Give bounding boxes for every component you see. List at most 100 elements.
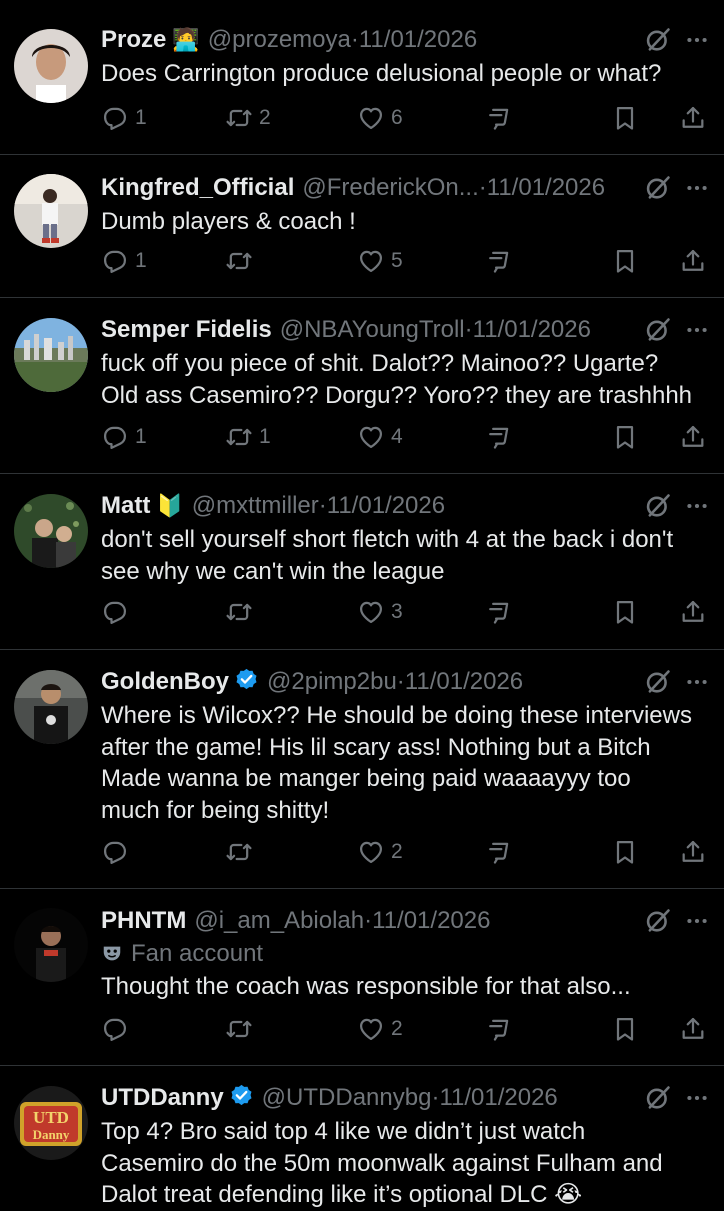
reply-icon xyxy=(101,247,129,275)
reply-button[interactable] xyxy=(101,834,135,870)
tweet-text-line: Does Carrington produce delusional peopl… xyxy=(101,60,662,87)
bookmark-button[interactable] xyxy=(611,243,639,279)
more-icon[interactable] xyxy=(684,317,710,343)
retweet-button[interactable]: 1 xyxy=(225,419,271,455)
more-icon[interactable] xyxy=(684,908,710,934)
retweet-button[interactable] xyxy=(225,834,259,870)
like-button[interactable]: 2 xyxy=(357,1011,403,1047)
tweet-text-line: after the game! His lil scary ass! Nothi… xyxy=(101,733,651,761)
like-icon xyxy=(357,104,385,132)
share-button[interactable] xyxy=(679,100,707,136)
tweet-text-line: Where is Wilcox?? He should be doing the… xyxy=(101,702,692,729)
timestamp[interactable]: 11/01/2026 xyxy=(487,174,605,201)
share-icon xyxy=(679,104,707,132)
like-button[interactable]: 6 xyxy=(357,100,403,136)
grok-button[interactable] xyxy=(485,834,513,870)
timestamp[interactable]: 11/01/2026 xyxy=(473,316,591,343)
avatar[interactable] xyxy=(14,29,88,103)
share-icon xyxy=(679,598,707,626)
tweet[interactable]: UTD Danny UTDDanny @UTDDannybg·11/01/2026 … xyxy=(0,1066,724,1208)
tweet[interactable]: GoldenBoy @2pimp2bu·11/01/2026 Where is W… xyxy=(0,650,724,889)
retweet-button[interactable] xyxy=(225,243,259,279)
share-button[interactable] xyxy=(679,243,707,279)
grok-icon[interactable] xyxy=(644,492,672,520)
retweet-button[interactable]: 2 xyxy=(225,100,271,136)
like-button[interactable]: 3 xyxy=(357,594,403,630)
retweet-icon xyxy=(225,598,253,626)
timestamp[interactable]: 11/01/2026 xyxy=(405,668,523,695)
reply-button[interactable]: 1 xyxy=(101,243,147,279)
avatar[interactable]: UTD Danny xyxy=(14,1086,88,1160)
grok-icon[interactable] xyxy=(644,174,672,202)
grok-icon[interactable] xyxy=(644,316,672,344)
grok-icon xyxy=(485,247,513,275)
grok-button[interactable] xyxy=(485,594,513,630)
bookmark-button[interactable] xyxy=(611,100,639,136)
more-icon[interactable] xyxy=(684,175,710,201)
like-button[interactable]: 2 xyxy=(357,834,403,870)
grok-icon[interactable] xyxy=(644,1084,672,1112)
retweet-button[interactable] xyxy=(225,1011,259,1047)
grok-button[interactable] xyxy=(485,100,513,136)
bookmark-button[interactable] xyxy=(611,419,639,455)
like-count: 6 xyxy=(391,106,403,129)
handle[interactable]: @UTDDannybg xyxy=(262,1084,432,1111)
share-button[interactable] xyxy=(679,834,707,870)
handle[interactable]: @2pimp2bu xyxy=(267,668,397,695)
reply-button[interactable]: 1 xyxy=(101,100,147,136)
avatar[interactable] xyxy=(14,494,88,568)
display-name[interactable]: Proze xyxy=(101,26,166,53)
reply-button[interactable]: 1 xyxy=(101,419,147,455)
timestamp[interactable]: 11/01/2026 xyxy=(439,1084,557,1111)
more-icon[interactable] xyxy=(684,669,710,695)
tweet[interactable]: Kingfred_Official @FrederickOn...·11/01/2… xyxy=(0,155,724,298)
share-button[interactable] xyxy=(679,1011,707,1047)
handle[interactable]: @mxttmiller xyxy=(192,492,319,519)
reply-button[interactable] xyxy=(101,594,135,630)
more-icon[interactable] xyxy=(684,27,710,53)
handle[interactable]: @FrederickOn... xyxy=(302,174,478,201)
avatar[interactable] xyxy=(14,908,88,982)
retweet-button[interactable] xyxy=(225,594,259,630)
like-button[interactable]: 5 xyxy=(357,243,403,279)
tweet[interactable]: Matt 🔰 @mxttmiller·11/01/2026 don't sell y… xyxy=(0,474,724,650)
grok-button[interactable] xyxy=(485,243,513,279)
grok-button[interactable] xyxy=(485,1011,513,1047)
bookmark-button[interactable] xyxy=(611,1011,639,1047)
grok-icon[interactable] xyxy=(644,907,672,935)
tweet-text-line: Made wanna be manger being paid waaaayyy… xyxy=(101,765,631,792)
display-name[interactable]: UTDDanny xyxy=(101,1084,224,1111)
separator: · xyxy=(318,492,327,519)
share-button[interactable] xyxy=(679,594,707,630)
handle[interactable]: @NBAYoungTroll xyxy=(280,316,465,343)
timestamp[interactable]: 11/01/2026 xyxy=(372,907,490,934)
timestamp[interactable]: 11/01/2026 xyxy=(359,26,477,53)
more-icon[interactable] xyxy=(684,493,710,519)
tweet[interactable]: PHNTM @i_am_Abiolah·11/01/2026 Fan accoun… xyxy=(0,889,724,1066)
tweet[interactable]: Semper Fidelis @NBAYoungTroll·11/01/2026 … xyxy=(0,298,724,474)
tweet-text: Dumb players & coach ! xyxy=(101,206,710,238)
display-name[interactable]: Kingfred_Official xyxy=(101,174,294,201)
more-icon[interactable] xyxy=(684,1085,710,1111)
reply-button[interactable] xyxy=(101,1011,135,1047)
tweet[interactable]: Proze 🧑‍💻 @prozemoya·11/01/2026 Does Carri… xyxy=(0,0,724,155)
timestamp[interactable]: 11/01/2026 xyxy=(327,492,445,519)
avatar[interactable] xyxy=(14,174,88,248)
display-name[interactable]: Semper Fidelis xyxy=(101,316,272,343)
avatar[interactable] xyxy=(14,670,88,744)
like-button[interactable]: 4 xyxy=(357,419,403,455)
grok-icon[interactable] xyxy=(644,26,672,54)
grok-button[interactable] xyxy=(485,419,513,455)
display-name[interactable]: PHNTM xyxy=(101,907,186,934)
share-button[interactable] xyxy=(679,419,707,455)
separator: · xyxy=(396,668,405,695)
handle[interactable]: @prozemoya xyxy=(208,26,351,53)
grok-icon xyxy=(485,423,513,451)
grok-icon[interactable] xyxy=(644,668,672,696)
bookmark-button[interactable] xyxy=(611,834,639,870)
avatar[interactable] xyxy=(14,318,88,392)
bookmark-button[interactable] xyxy=(611,594,639,630)
handle[interactable]: @i_am_Abiolah xyxy=(194,907,364,934)
display-name[interactable]: GoldenBoy xyxy=(101,668,229,695)
display-name[interactable]: Matt xyxy=(101,492,150,519)
